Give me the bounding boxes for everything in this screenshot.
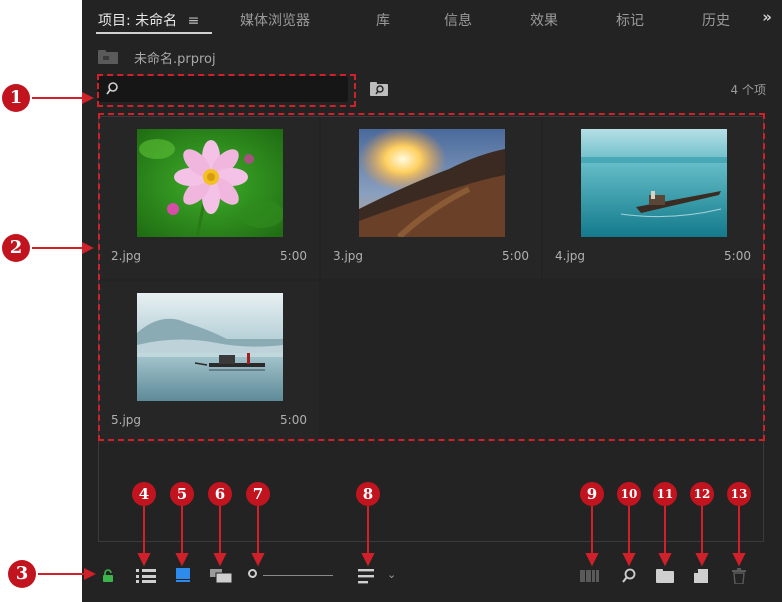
callout-arrows [137, 506, 746, 567]
